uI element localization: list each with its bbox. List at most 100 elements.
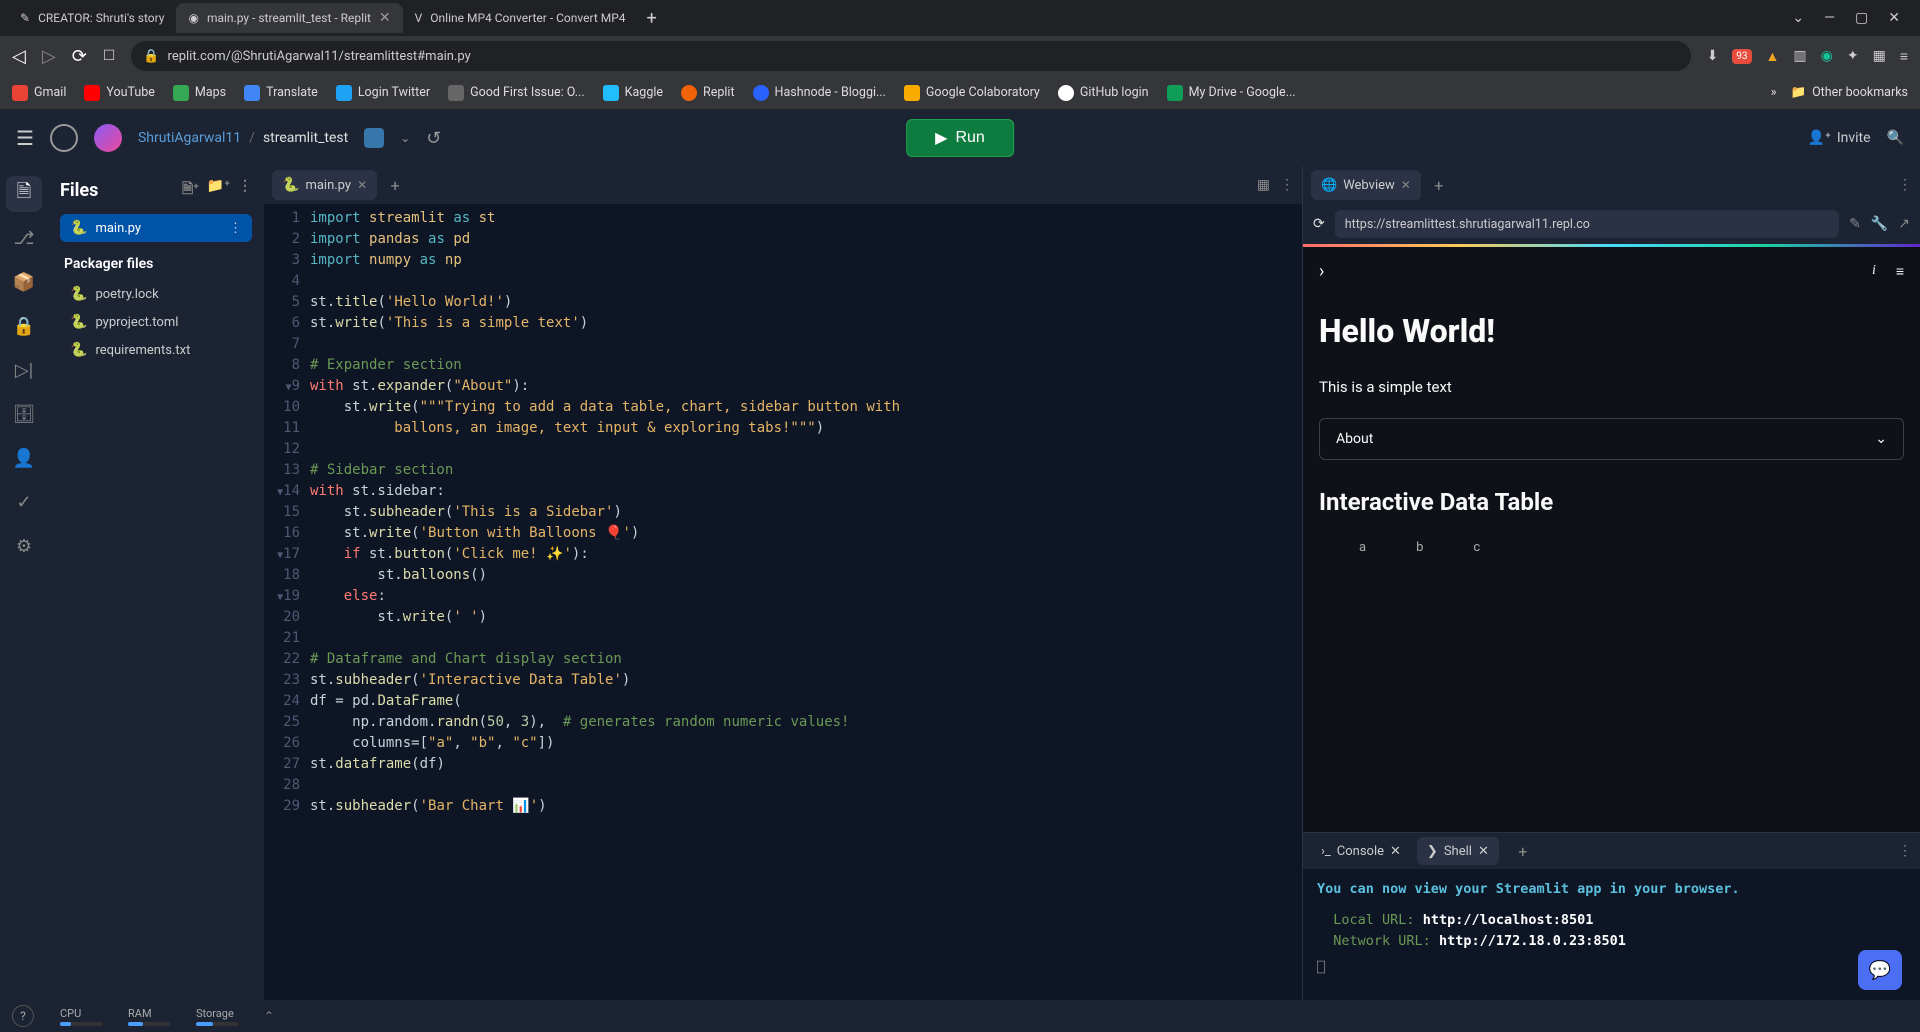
bookmark-icon[interactable]: ☐ xyxy=(103,48,116,64)
other-bookmarks[interactable]: 📁Other bookmarks xyxy=(1790,85,1908,100)
webview-reload-icon[interactable]: ⟳ xyxy=(1313,216,1325,232)
rail-secrets-icon[interactable]: 🔒 xyxy=(6,308,42,344)
reader-icon[interactable]: ▥ xyxy=(1793,48,1806,64)
sidebar-toggle-icon[interactable]: › xyxy=(1319,261,1324,282)
tab-favicon-icon: V xyxy=(415,11,423,25)
new-editor-tab-button[interactable]: + xyxy=(383,176,407,195)
chevron-up-icon[interactable]: ⌃ xyxy=(264,1009,274,1023)
close-icon[interactable]: ✕ xyxy=(1888,10,1900,26)
files-more-icon[interactable]: ⋮ xyxy=(238,178,252,202)
bookmark-drive[interactable]: My Drive - Google... xyxy=(1167,85,1296,101)
rail-deploy-icon[interactable]: ▷| xyxy=(6,352,42,388)
edit-icon[interactable]: ✎ xyxy=(1849,216,1861,232)
bookmarks-overflow-icon[interactable]: » xyxy=(1771,85,1777,100)
replit-logo-icon[interactable] xyxy=(50,124,78,152)
devtools-icon[interactable]: 🔧 xyxy=(1871,216,1888,232)
brave-shield-icon[interactable]: 93 xyxy=(1732,49,1751,64)
bookmark-twitter[interactable]: Login Twitter xyxy=(336,85,430,101)
maximize-icon[interactable]: ▢ xyxy=(1855,10,1868,26)
tab-favicon-icon: ◉ xyxy=(188,11,198,25)
chevron-down-icon[interactable]: ⌄ xyxy=(400,131,410,145)
breadcrumb-repo[interactable]: streamlit_test xyxy=(263,130,348,146)
install-icon[interactable]: ⬇ xyxy=(1707,48,1719,64)
bookmark-github[interactable]: GitHub login xyxy=(1058,85,1149,101)
bookmark-colab[interactable]: Google Colaboratory xyxy=(904,85,1040,101)
new-console-tab-button[interactable]: + xyxy=(1511,842,1535,861)
menu-icon[interactable]: ≡ xyxy=(1900,48,1908,65)
rail-user-icon[interactable]: 👤 xyxy=(6,440,42,476)
rail-check-icon[interactable]: ✓ xyxy=(6,484,42,520)
console-tab[interactable]: ›_ Console ✕ xyxy=(1311,837,1411,865)
close-icon[interactable]: ✕ xyxy=(1390,844,1401,859)
tab-favicon-icon: ✎ xyxy=(20,11,30,25)
file-more-icon[interactable]: ⋮ xyxy=(229,221,242,236)
webview-url-input[interactable]: https://streamlittest.shrutiagarwal11.re… xyxy=(1335,210,1839,238)
bookmark-hashnode[interactable]: Hashnode - Bloggi... xyxy=(753,85,886,101)
close-icon[interactable]: ✕ xyxy=(1478,844,1489,859)
help-icon[interactable]: ? xyxy=(12,1005,34,1027)
streamlit-expander[interactable]: About ⌄ xyxy=(1319,418,1904,460)
browser-tab[interactable]: V Online MP4 Converter - Convert MP4 xyxy=(403,3,638,33)
editor-more-icon[interactable]: ⋮ xyxy=(1280,177,1294,193)
info-icon[interactable]: i xyxy=(1872,263,1876,280)
open-external-icon[interactable]: ↗ xyxy=(1898,216,1910,232)
bookmark-replit[interactable]: Replit xyxy=(681,85,735,101)
grammarly-icon[interactable]: ◉ xyxy=(1821,48,1833,64)
hamburger-icon[interactable]: ☰ xyxy=(16,126,34,150)
extensions-icon[interactable]: ✦ xyxy=(1847,48,1859,64)
run-button[interactable]: ▶ Run xyxy=(906,119,1014,157)
close-icon[interactable]: ✕ xyxy=(379,10,391,26)
file-item[interactable]: 🐍 main.py ⋮ xyxy=(60,214,252,242)
close-icon[interactable]: ✕ xyxy=(357,178,367,192)
code-editor[interactable]: 12345678▼910111213▼141516▼1718▼192021222… xyxy=(264,204,1302,1000)
close-icon[interactable]: ✕ xyxy=(1401,178,1411,192)
forward-icon[interactable]: ▷ xyxy=(42,46,56,67)
new-folder-icon[interactable]: 📁⁺ xyxy=(207,178,230,202)
layout-icon[interactable]: ▦ xyxy=(1257,177,1270,193)
bookmark-kaggle[interactable]: Kaggle xyxy=(603,85,663,101)
browser-tab-active[interactable]: ◉ main.py - streamlit_test - Replit ✕ xyxy=(176,3,402,33)
ram-metric[interactable]: RAM xyxy=(128,1007,170,1026)
bookmark-gmail[interactable]: Gmail xyxy=(12,85,66,101)
minimize-icon[interactable]: — xyxy=(1824,10,1835,26)
storage-metric[interactable]: Storage xyxy=(196,1007,238,1026)
file-item[interactable]: 🐍pyproject.toml xyxy=(60,308,252,336)
file-item[interactable]: 🐍poetry.lock xyxy=(60,280,252,308)
bookmark-gfi[interactable]: Good First Issue: O... xyxy=(448,85,585,101)
history-icon[interactable]: ↺ xyxy=(426,128,441,149)
chat-fab[interactable]: 💬 xyxy=(1858,950,1902,990)
bookmark-maps[interactable]: Maps xyxy=(173,85,226,101)
invite-button[interactable]: 👤⁺ Invite xyxy=(1808,130,1871,146)
webview-tab[interactable]: 🌐 Webview ✕ xyxy=(1311,170,1421,200)
avatar[interactable] xyxy=(94,124,122,152)
shell-tab[interactable]: ❯ Shell ✕ xyxy=(1417,837,1499,865)
reload-icon[interactable]: ⟳ xyxy=(72,46,87,67)
shell-prompt[interactable]: ⎕ xyxy=(1317,958,1906,979)
back-icon[interactable]: ◁ xyxy=(12,46,26,67)
url-input[interactable]: 🔒 replit.com/@ShrutiAgarwal11/streamlitt… xyxy=(131,41,1690,71)
new-tab-button[interactable]: + xyxy=(638,8,666,29)
editor-tab[interactable]: 🐍 main.py ✕ xyxy=(272,170,377,200)
sidebar-icon[interactable]: ▦ xyxy=(1873,48,1886,64)
rewards-icon[interactable]: ▲ xyxy=(1766,48,1780,65)
rail-files-icon[interactable]: 🗎 xyxy=(6,176,42,212)
console-output[interactable]: You can now view your Streamlit app in y… xyxy=(1303,869,1920,1000)
bookmark-youtube[interactable]: YouTube xyxy=(84,85,155,101)
rail-database-icon[interactable]: 🗄 xyxy=(6,396,42,432)
rail-settings-icon[interactable]: ⚙ xyxy=(6,528,42,564)
rail-vcs-icon[interactable]: ⎇ xyxy=(6,220,42,256)
webview-more-icon[interactable]: ⋮ xyxy=(1898,177,1912,193)
new-webview-tab-button[interactable]: + xyxy=(1427,176,1451,195)
search-icon[interactable]: 🔍 xyxy=(1887,130,1904,146)
bookmark-translate[interactable]: Translate xyxy=(244,85,318,101)
browser-tab[interactable]: ✎ CREATOR: Shruti's story xyxy=(8,3,176,33)
new-file-icon[interactable]: 🗎⁺ xyxy=(182,178,199,202)
rail-packages-icon[interactable]: 📦 xyxy=(6,264,42,300)
file-item[interactable]: 🐍requirements.txt xyxy=(60,336,252,364)
python-file-icon: 🐍 xyxy=(70,314,87,330)
chevron-down-icon[interactable]: ⌄ xyxy=(1792,10,1804,26)
hamburger-icon[interactable]: ≡ xyxy=(1896,263,1904,280)
breadcrumb-user[interactable]: ShrutiAgarwal11 xyxy=(138,130,241,146)
cpu-metric[interactable]: CPU xyxy=(60,1007,102,1026)
console-more-icon[interactable]: ⋮ xyxy=(1898,843,1912,859)
